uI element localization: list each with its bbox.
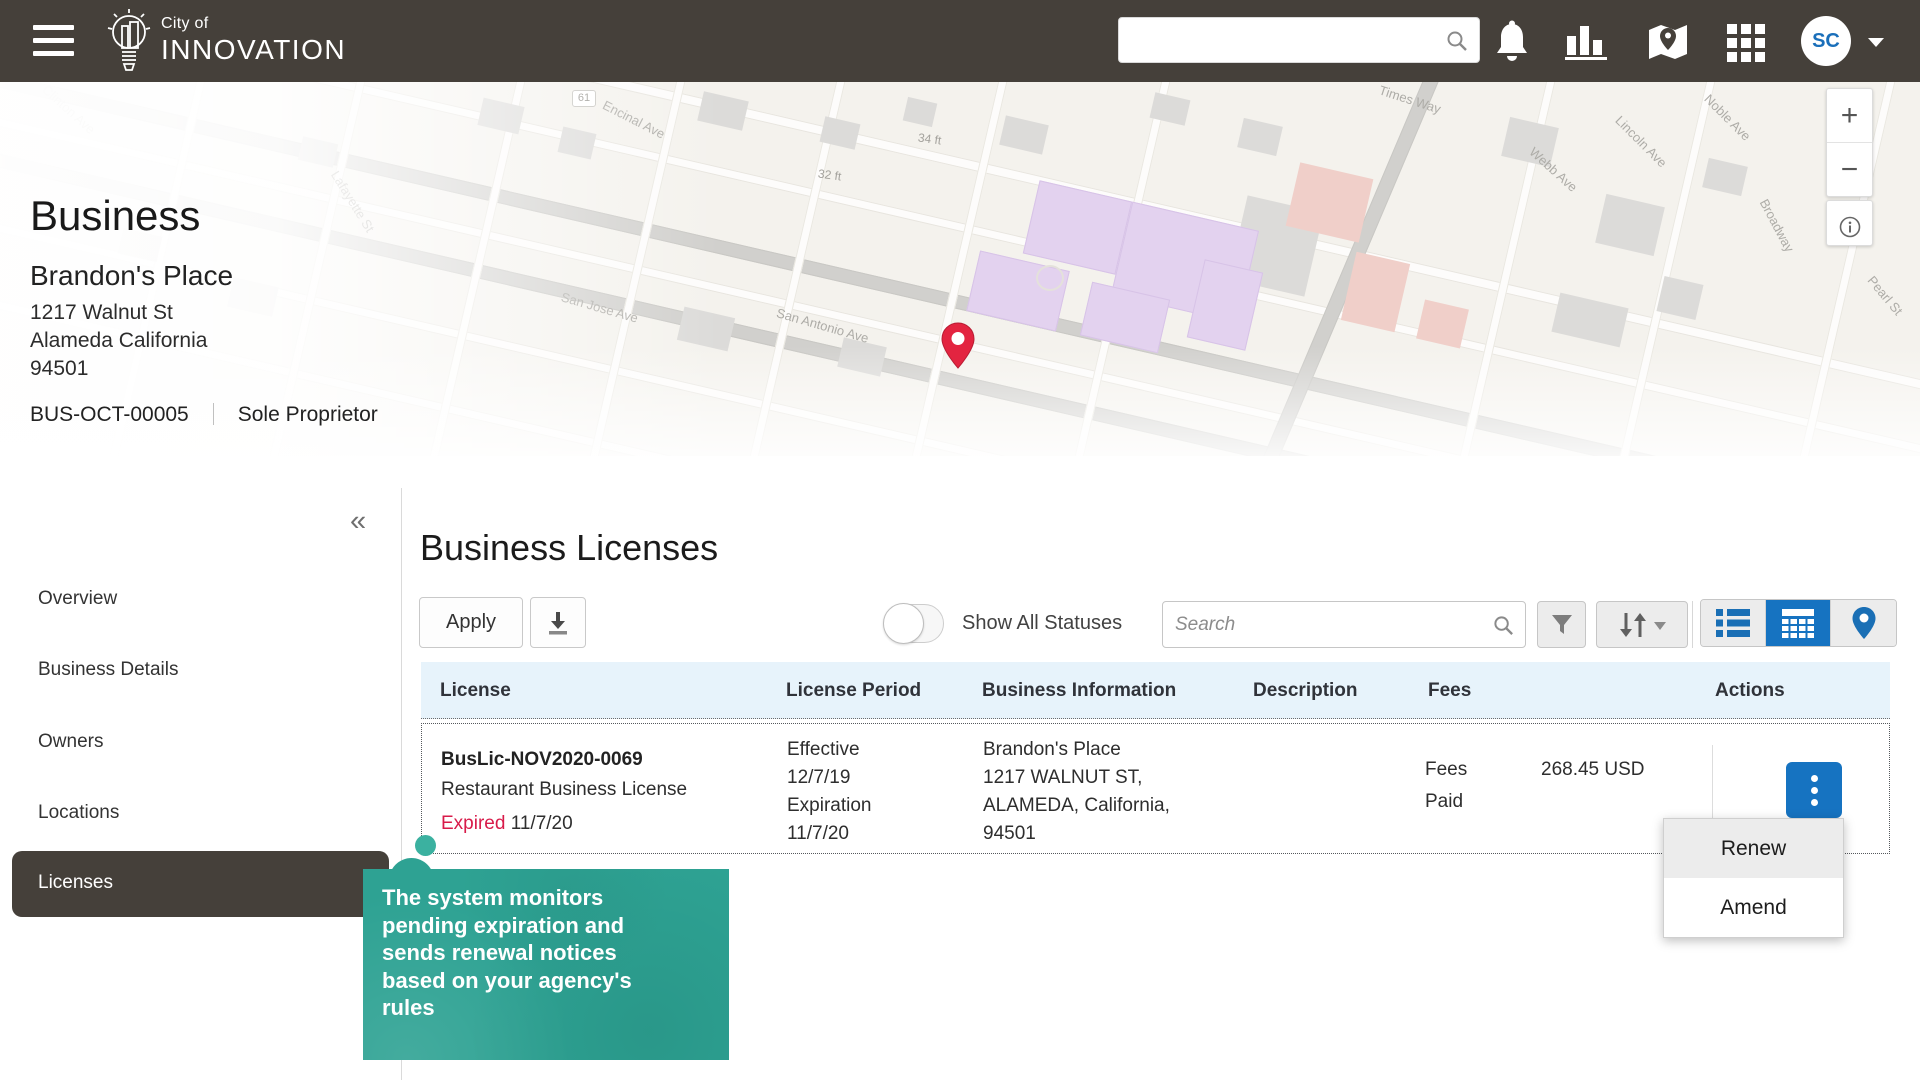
map-location-pin[interactable] (940, 322, 976, 375)
fees-amount: 268.45 USD (1541, 756, 1645, 784)
grid-view-button[interactable] (1766, 600, 1831, 646)
section-title: Business Licenses (420, 527, 718, 569)
column-header-business-information: Business Information (982, 680, 1176, 702)
global-search (1118, 17, 1480, 63)
search-icon[interactable] (1492, 614, 1515, 642)
map-canvas[interactable]: Encinal Ave San Antonio Ave San Jose Ave… (0, 82, 1920, 456)
brand-innovation: INNOVATION (161, 34, 346, 66)
tooltip-anchor-dot (415, 835, 436, 856)
sidebar-item-business-details[interactable]: Business Details (38, 659, 178, 681)
user-menu-chevron-icon[interactable] (1868, 38, 1884, 47)
renewal-tooltip: The system monitors pending expiration a… (363, 869, 729, 1060)
app-header: City of INNOVATION (0, 0, 1920, 82)
tooltip-text: The system monitors pending expiration a… (382, 884, 729, 1022)
business-address: 1217 Walnut St Alameda California 94501 (30, 299, 207, 383)
period-expiration-date: 11/7/20 (787, 820, 849, 848)
search-icon[interactable] (1445, 29, 1469, 58)
reports-bar-chart-icon[interactable] (1563, 22, 1609, 67)
table-search (1162, 601, 1526, 648)
global-search-input[interactable] (1129, 18, 1439, 62)
divider (1712, 745, 1713, 818)
sidebar-item-locations[interactable]: Locations (38, 802, 119, 824)
menu-item-amend[interactable]: Amend (1664, 878, 1843, 937)
view-switcher (1700, 599, 1897, 647)
map-info-button[interactable] (1827, 201, 1872, 245)
apply-button[interactable]: Apply (419, 597, 523, 648)
actions-dropdown-menu: Renew Amend (1663, 818, 1844, 938)
map-view-button[interactable] (1831, 600, 1896, 646)
notifications-bell-icon[interactable] (1492, 20, 1532, 69)
sidebar-item-owners[interactable]: Owners (38, 731, 103, 753)
business-type: Sole Proprietor (238, 403, 378, 426)
business-info-city: ALAMEDA, California, (983, 792, 1170, 820)
grid-view-icon (1781, 608, 1815, 638)
map-nav-icon[interactable] (1646, 22, 1690, 67)
license-name: Restaurant Business License (441, 776, 687, 804)
user-avatar[interactable]: SC (1801, 16, 1851, 66)
row-actions-kebab-button[interactable] (1786, 762, 1842, 818)
address-line: 94501 (30, 355, 207, 383)
sidebar-item-licenses[interactable]: Licenses (12, 851, 389, 917)
business-name: Brandon's Place (30, 260, 233, 292)
filter-button[interactable] (1537, 601, 1586, 648)
business-id: BUS-OCT-00005 (30, 403, 189, 426)
column-header-description: Description (1253, 680, 1358, 702)
period-effective-date: 12/7/19 (787, 764, 850, 792)
toggle-knob (883, 603, 924, 644)
sidebar-item-label: Licenses (38, 872, 113, 894)
column-header-actions: Actions (1715, 680, 1785, 702)
period-effective-label: Effective (787, 736, 860, 764)
business-info-name: Brandon's Place (983, 736, 1121, 764)
map-zoom-out-button[interactable]: − (1827, 143, 1872, 196)
divider (213, 403, 214, 425)
app-window: Encinal Ave San Antonio Ave San Jose Ave… (0, 0, 1920, 1080)
list-view-icon (1716, 608, 1750, 638)
column-header-fees: Fees (1428, 680, 1471, 702)
table-search-input[interactable] (1175, 602, 1475, 647)
sort-arrows-icon (1616, 611, 1668, 639)
business-info-zip: 94501 (983, 820, 1036, 848)
apps-grid-icon[interactable] (1727, 24, 1765, 67)
status-badge: Expired (441, 813, 505, 834)
period-expiration-label: Expiration (787, 792, 872, 820)
download-icon (545, 610, 571, 636)
status-date: 11/7/20 (511, 813, 573, 834)
table-header-row: License License Period Business Informat… (421, 662, 1890, 719)
city-logo-icon (102, 6, 156, 81)
fees-label: Fees (1425, 756, 1467, 784)
license-number[interactable]: BusLic-NOV2020-0069 (441, 746, 643, 774)
page-title: Business (30, 192, 200, 240)
sidebar-collapse-button[interactable]: « (350, 505, 366, 538)
list-view-button[interactable] (1701, 600, 1766, 646)
toggle-label: Show All Statuses (962, 612, 1122, 635)
brand-city-of: City of (161, 15, 346, 33)
sidebar-item-overview[interactable]: Overview (38, 588, 117, 610)
brand-wordmark: City of INNOVATION (161, 15, 346, 66)
column-header-license-period: License Period (786, 680, 921, 702)
menu-item-renew[interactable]: Renew (1664, 819, 1843, 878)
download-button[interactable] (530, 597, 586, 648)
sort-button[interactable] (1596, 601, 1688, 648)
show-all-statuses-toggle[interactable] (884, 604, 944, 643)
info-icon (1839, 216, 1861, 238)
business-id-row: BUS-OCT-00005 Sole Proprietor (30, 403, 378, 427)
divider (1692, 601, 1693, 648)
address-line: 1217 Walnut St (30, 299, 207, 327)
hamburger-menu-button[interactable] (33, 25, 74, 57)
column-header-license: License (440, 680, 511, 702)
fees-status: Paid (1425, 788, 1463, 816)
business-info-street: 1217 WALNUT ST, (983, 764, 1142, 792)
filter-funnel-icon (1550, 613, 1574, 637)
address-line: Alameda California (30, 327, 207, 355)
map-zoom-in-button[interactable]: + (1827, 89, 1872, 142)
license-status-line: Expired 11/7/20 (441, 810, 573, 838)
map-pin-view-icon (1851, 606, 1877, 640)
